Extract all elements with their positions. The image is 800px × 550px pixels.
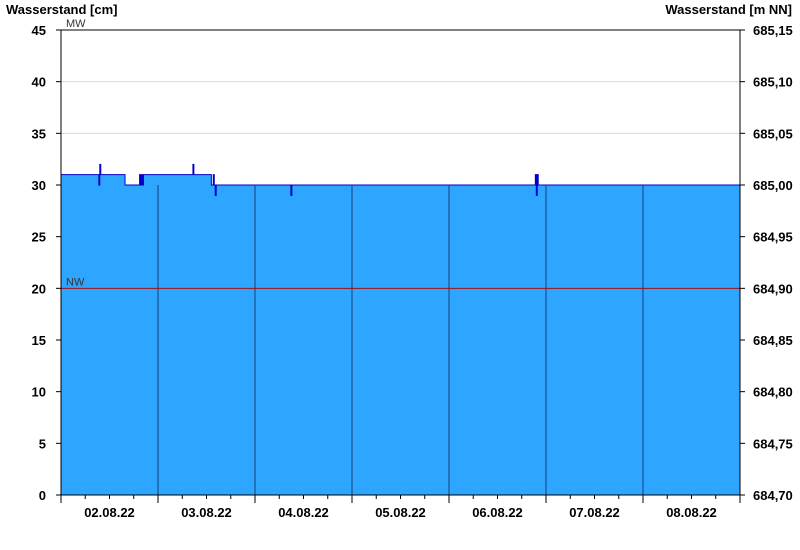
x-tick-label: 08.08.22 (666, 505, 717, 520)
y-right-tick-label: 684,90 (753, 281, 793, 296)
y-left-tick-label: 15 (32, 333, 46, 348)
plot-area: MW NW 0 5 10 15 20 25 30 35 40 45 684,70 684,75 684,80… (32, 18, 793, 520)
y-left-tick-label: 45 (32, 23, 46, 38)
y-right-tick-label: 685,00 (753, 178, 793, 193)
y-right-tick-label: 684,75 (753, 436, 793, 451)
y-axis-left-title: Wasserstand [cm] (6, 2, 118, 17)
reference-label-nw: NW (66, 276, 85, 288)
y-left-tick-label: 30 (32, 178, 46, 193)
y-right-tick-label: 685,05 (753, 126, 793, 141)
y-left-tick-label: 25 (32, 230, 46, 245)
reference-label-mw: MW (66, 18, 86, 30)
x-tick-label: 06.08.22 (472, 505, 523, 520)
y-left-tick-label: 20 (32, 281, 46, 296)
y-right-tick-label: 684,95 (753, 230, 793, 245)
x-tick-label: 02.08.22 (84, 505, 135, 520)
y-right-tick-label: 684,85 (753, 333, 793, 348)
x-tick-label: 03.08.22 (181, 505, 232, 520)
y-right-tick-label: 684,80 (753, 385, 793, 400)
y-left-tick-label: 10 (32, 385, 46, 400)
y-left-tick-label: 0 (39, 488, 46, 503)
y-left-tick-label: 35 (32, 126, 46, 141)
x-tick-label: 05.08.22 (375, 505, 426, 520)
y-right-tick-label: 685,10 (753, 75, 793, 90)
y-left-tick-label: 40 (32, 75, 46, 90)
x-tick-label: 04.08.22 (278, 505, 329, 520)
water-level-chart: Wasserstand [cm] Wasserstand [m NN] MW NW… (6, 2, 793, 520)
x-tick-label: 07.08.22 (569, 505, 620, 520)
y-right-tick-label: 685,15 (753, 23, 793, 38)
y-left-tick-label: 5 (39, 436, 46, 451)
y-axis-right-title: Wasserstand [m NN] (665, 2, 792, 17)
y-right-tick-label: 684,70 (753, 488, 793, 503)
water-level-area (61, 164, 740, 496)
